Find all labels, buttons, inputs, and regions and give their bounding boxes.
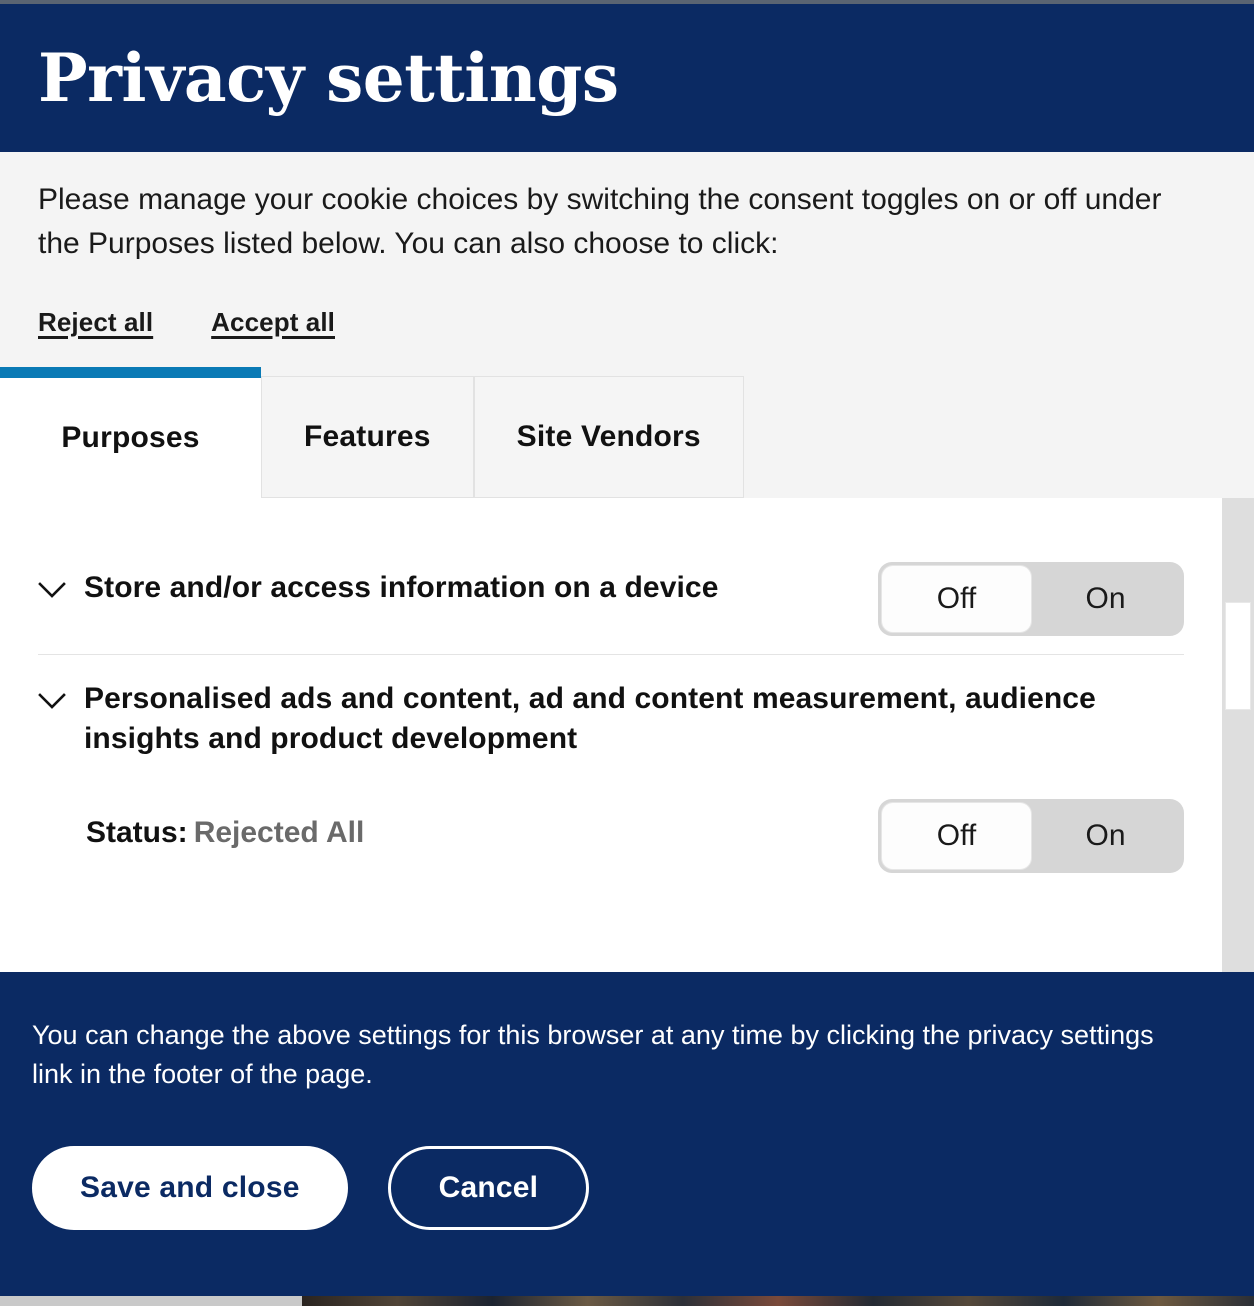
purpose-row: Store and/or access information on a dev… — [38, 544, 1184, 654]
chevron-down-icon[interactable] — [38, 685, 66, 717]
underlying-page-bottom-right — [302, 1296, 1254, 1306]
dialog-footer: You can change the above settings for th… — [0, 972, 1254, 1296]
underlying-page-bottom-left — [0, 1296, 302, 1306]
toggle-on-option[interactable]: On — [1031, 566, 1180, 632]
panel-scrollbar[interactable] — [1222, 497, 1254, 972]
underlying-page-bottom-strip — [0, 1296, 1254, 1306]
purpose-label-wrap[interactable]: Store and/or access information on a dev… — [38, 558, 854, 608]
cancel-button[interactable]: Cancel — [387, 1145, 590, 1230]
tab-purposes-label: Purposes — [61, 420, 200, 454]
tab-features[interactable]: Features — [261, 375, 474, 498]
tab-site-vendors-label: Site Vendors — [516, 419, 701, 453]
quick-actions: Reject all Accept all — [38, 307, 1216, 338]
privacy-settings-dialog: Privacy settings Please manage your cook… — [0, 4, 1254, 1296]
purposes-panel: . Store and/or access information on a d… — [0, 497, 1254, 972]
privacy-settings-modal-viewport: Privacy settings Please manage your cook… — [0, 0, 1254, 1306]
tab-purposes[interactable]: Purposes — [0, 366, 261, 498]
toggle-on-option[interactable]: On — [1031, 803, 1180, 869]
reject-all-link[interactable]: Reject all — [38, 307, 153, 338]
footer-buttons: Save and close Cancel — [32, 1145, 1222, 1230]
status-label: Status: — [86, 816, 188, 850]
purpose-label: Store and/or access information on a dev… — [84, 570, 719, 604]
save-and-close-button[interactable]: Save and close — [32, 1145, 348, 1230]
intro-text: Please manage your cookie choices by swi… — [38, 183, 1162, 261]
status-value: Rejected All — [193, 816, 365, 850]
footer-note: You can change the above settings for th… — [32, 1020, 1154, 1089]
chevron-down-icon[interactable] — [38, 574, 66, 606]
consent-toggle[interactable]: Off On — [878, 799, 1184, 874]
clipped-scrolled-text: . — [38, 498, 1184, 544]
toggle-off-option[interactable]: Off — [882, 565, 1031, 632]
panel-scrollbar-thumb[interactable] — [1225, 601, 1251, 710]
tab-features-label: Features — [304, 419, 431, 453]
purpose-row: Personalised ads and content, ad and con… — [38, 655, 1184, 777]
tab-site-vendors[interactable]: Site Vendors — [473, 375, 744, 498]
tab-bar: Purposes Features Site Vendors — [0, 366, 1254, 498]
consent-toggle[interactable]: Off On — [878, 561, 1184, 636]
purpose-label-wrap[interactable]: Personalised ads and content, ad and con… — [38, 669, 1184, 759]
page-title: Privacy settings — [38, 39, 619, 117]
dialog-header: Privacy settings — [0, 4, 1254, 152]
accept-all-link[interactable]: Accept all — [211, 307, 335, 338]
purpose-status-row: Status: Rejected All Off On — [38, 777, 1184, 874]
status-badge: Status: Rejected All — [86, 799, 364, 852]
toggle-off-option[interactable]: Off — [882, 803, 1031, 870]
intro-area: Please manage your cookie choices by swi… — [0, 152, 1254, 368]
purposes-list: . Store and/or access information on a d… — [0, 498, 1222, 874]
purpose-label: Personalised ads and content, ad and con… — [84, 681, 1096, 755]
